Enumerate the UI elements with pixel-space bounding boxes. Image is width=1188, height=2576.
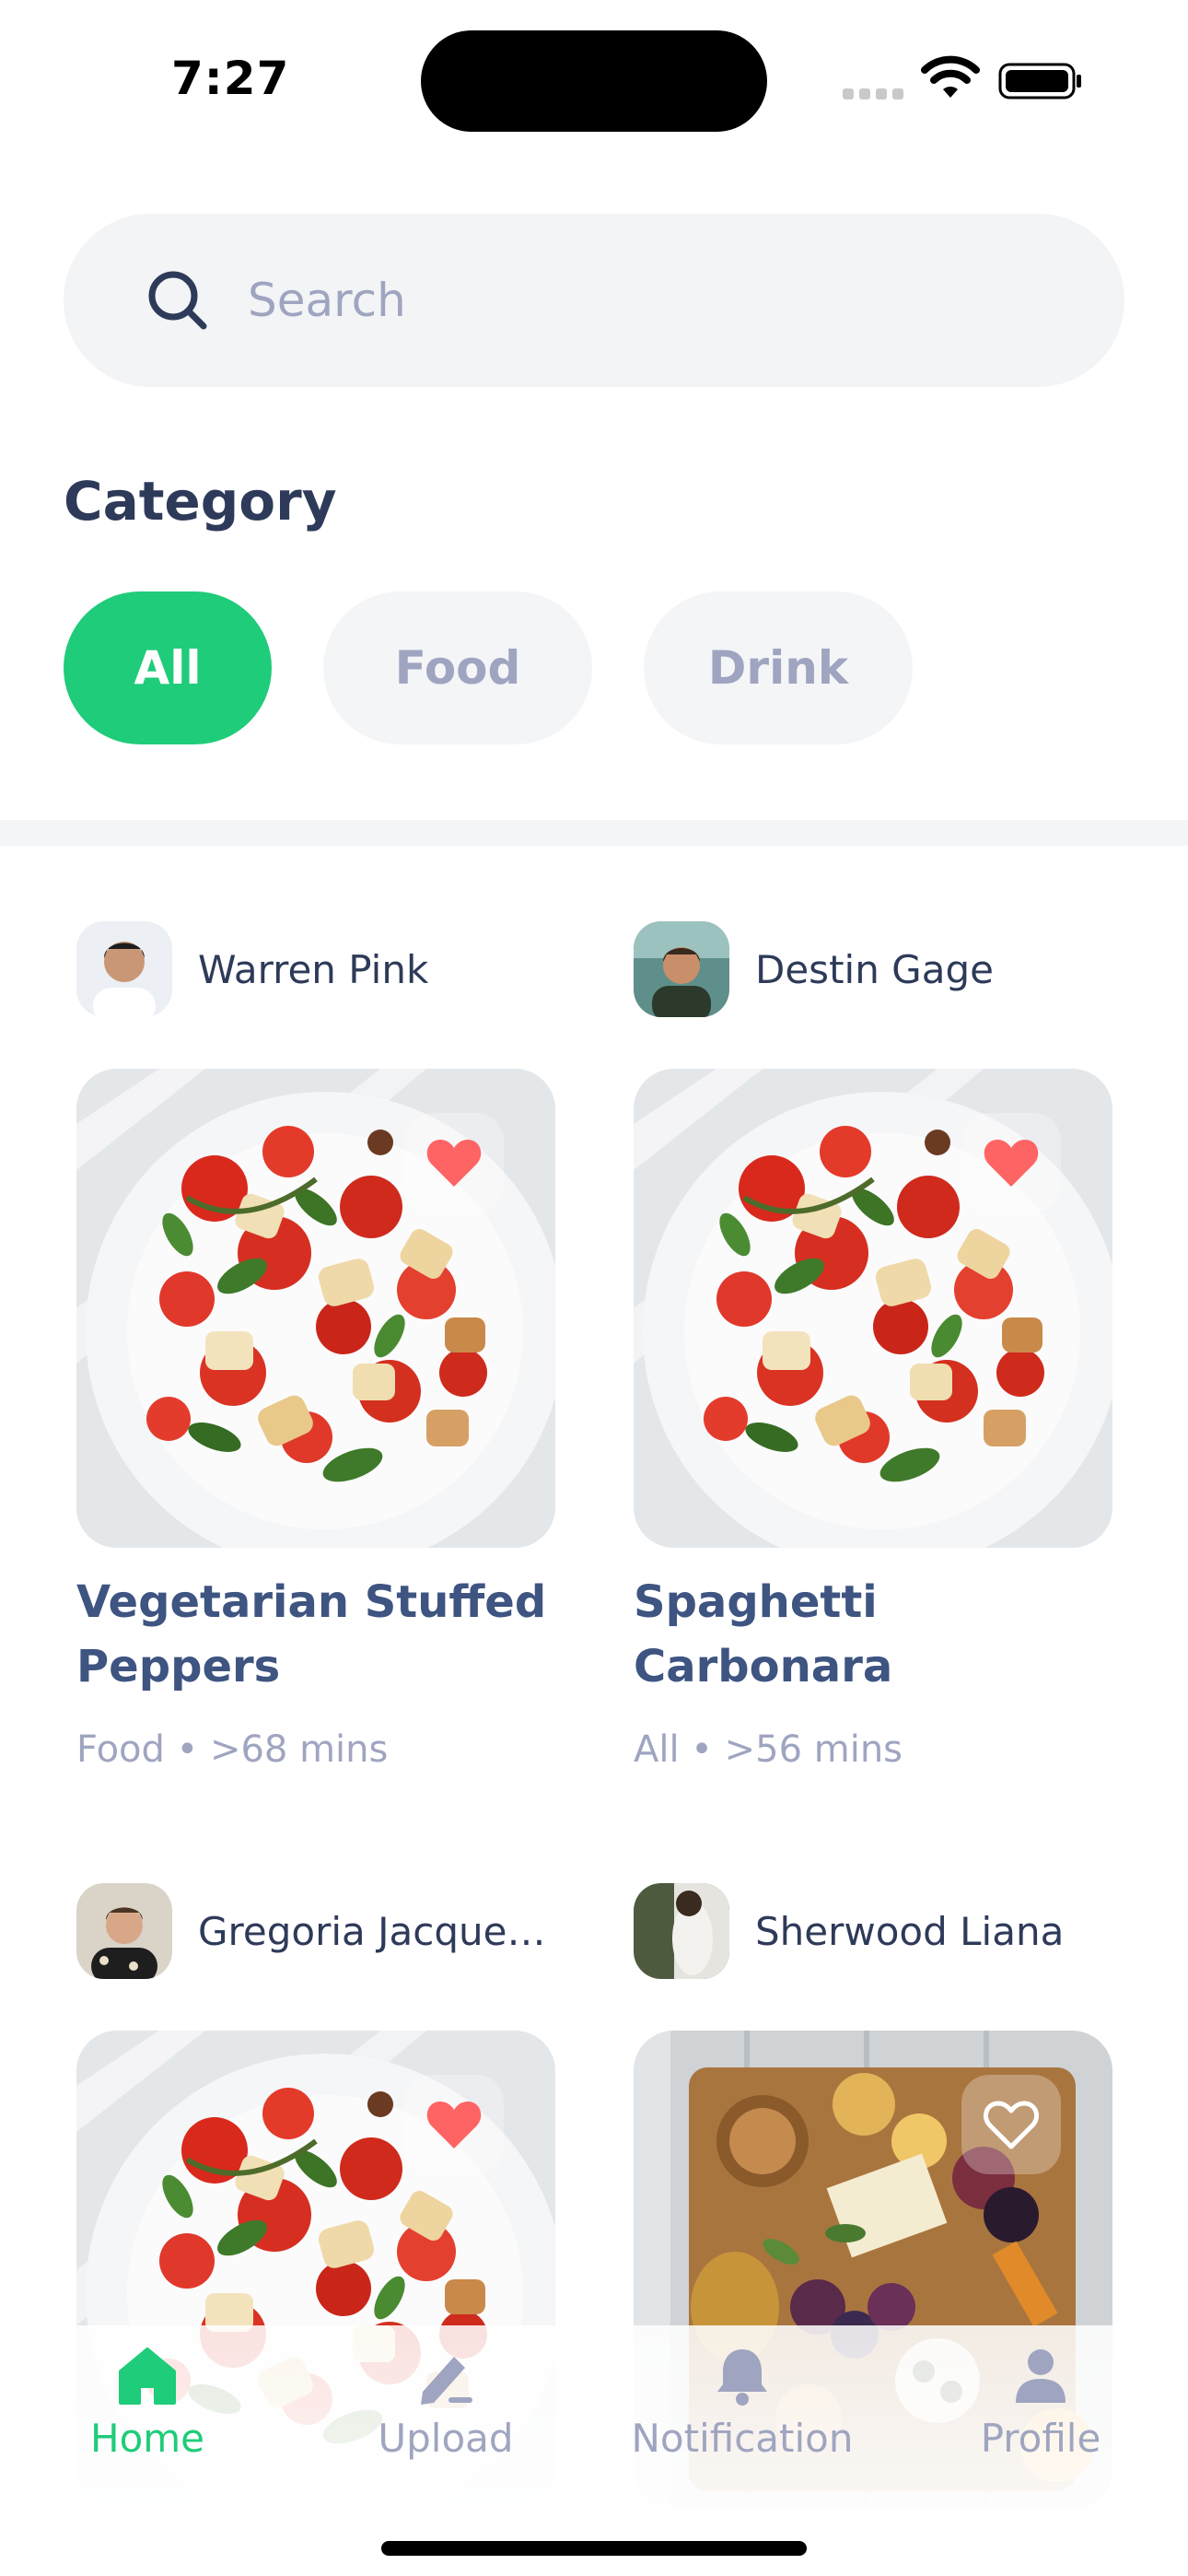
heart-outline-icon: [983, 2101, 1040, 2149]
heart-filled-icon: [426, 1140, 482, 1187]
nav-profile[interactable]: Profile: [921, 2344, 1160, 2461]
nav-upload[interactable]: Upload: [326, 2344, 565, 2461]
favorite-button[interactable]: [404, 1113, 504, 1212]
search-icon: [148, 271, 207, 330]
person-icon: [1016, 2349, 1066, 2403]
avatar: [634, 1883, 729, 1979]
search-input[interactable]: [248, 263, 1077, 337]
author-name: Sherwood Liana: [755, 1908, 1065, 1954]
status-bar: 7:27: [0, 0, 1188, 157]
author-name: Destin Gage: [755, 946, 994, 992]
home-icon: [119, 2348, 176, 2405]
recipe-meta: Food • >68 mins: [76, 1728, 389, 1771]
wifi-icon: [921, 55, 980, 98]
recipe-meta: All • >56 mins: [634, 1728, 903, 1771]
nav-notification[interactable]: Notification: [623, 2344, 862, 2461]
avatar: [634, 921, 729, 1017]
nav-label: Notification: [631, 2416, 854, 2461]
dynamic-island: [421, 30, 767, 132]
nav-label: Upload: [378, 2416, 514, 2461]
chip-food[interactable]: Food: [323, 591, 592, 744]
nav-label: Home: [89, 2416, 205, 2461]
heart-filled-icon: [426, 2102, 482, 2149]
recipe-image[interactable]: [634, 1069, 1112, 1548]
favorite-button[interactable]: [961, 1113, 1061, 1212]
recipe-author[interactable]: Warren Pink: [76, 921, 428, 1017]
recipe-image[interactable]: [76, 1069, 555, 1548]
cellular-signal-icon: [843, 88, 903, 100]
bottom-navigation: Home Upload Notification Profile: [0, 2325, 1188, 2576]
avatar: [76, 1883, 172, 1979]
battery-icon: [998, 63, 1081, 100]
search-bar[interactable]: [64, 214, 1124, 387]
chip-drink[interactable]: Drink: [644, 591, 913, 744]
author-name: Gregoria Jacquelyn: [198, 1908, 555, 1954]
recipe-author[interactable]: Sherwood Liana: [634, 1883, 1064, 1979]
category-title: Category: [64, 470, 337, 533]
status-time: 7:27: [171, 52, 290, 105]
section-divider: [0, 820, 1188, 846]
recipe-author[interactable]: Gregoria Jacquelyn: [76, 1883, 555, 1979]
avatar: [76, 921, 172, 1017]
nav-home[interactable]: Home: [28, 2344, 267, 2461]
chip-all[interactable]: All: [64, 591, 272, 744]
favorite-button[interactable]: [961, 2075, 1061, 2174]
home-indicator[interactable]: [381, 2541, 807, 2556]
nav-label: Profile: [980, 2416, 1101, 2461]
recipe-title: Spaghetti Carbonara: [634, 1576, 893, 1692]
pencil-icon: [421, 2357, 472, 2405]
bell-icon: [717, 2349, 767, 2406]
recipe-author[interactable]: Destin Gage: [634, 921, 994, 1017]
heart-filled-icon: [984, 1140, 1039, 1187]
favorite-button[interactable]: [404, 2075, 504, 2174]
recipe-title: Vegetarian Stuffed Peppers: [76, 1576, 547, 1692]
author-name: Warren Pink: [198, 946, 429, 992]
